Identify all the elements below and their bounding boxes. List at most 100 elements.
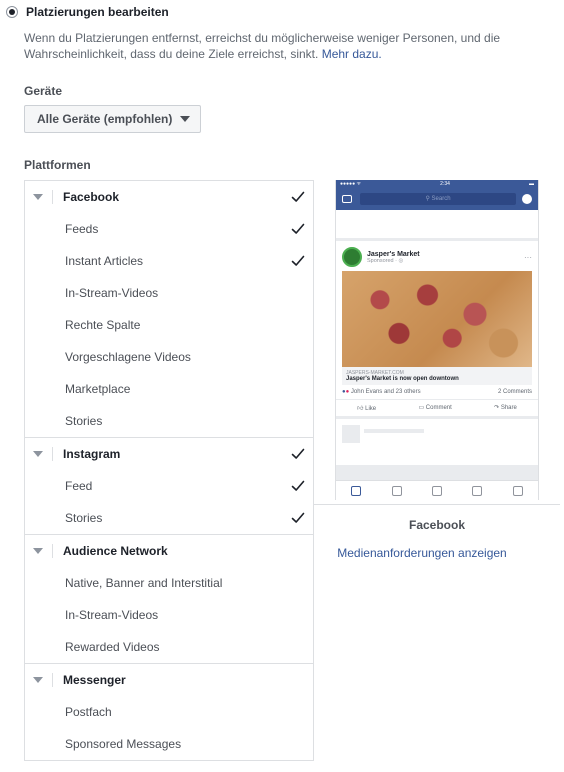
platform-name: Instagram	[63, 447, 121, 461]
placement-item-label: Sponsored Messages	[65, 737, 182, 751]
video-icon	[391, 485, 402, 496]
checkmark-icon[interactable]	[291, 190, 305, 204]
placement-item[interactable]: In-Stream-Videos	[25, 277, 313, 309]
placement-item-label: In-Stream-Videos	[65, 286, 159, 300]
placement-item[interactable]: Instant Articles	[25, 245, 313, 277]
camera-icon	[342, 195, 352, 203]
post-header: Jasper's Market Sponsored · ◎ ···	[336, 241, 538, 271]
platform-group-header[interactable]: Audience Network	[25, 535, 313, 567]
link-title: Jasper's Market is now open downtown	[346, 376, 459, 382]
checkmark-icon[interactable]	[291, 222, 305, 236]
post-image	[342, 271, 532, 367]
devices-label: Geräte	[24, 84, 63, 98]
collapse-triangle-icon[interactable]	[33, 451, 43, 457]
edit-placements-label: Platzierungen bearbeiten	[26, 5, 169, 19]
learn-more-link[interactable]: Mehr dazu.	[322, 47, 382, 61]
platform-group: Facebook Feeds Instant Articles In-Stream-V…	[25, 181, 313, 438]
media-requirements-link[interactable]: Medienanforderungen anzeigen	[314, 546, 530, 560]
placement-item[interactable]: Stories	[25, 405, 313, 437]
collapse-triangle-icon[interactable]	[33, 677, 43, 683]
preview-platform-title: Facebook	[408, 518, 465, 532]
status-carrier: ●●●●● ᯤ	[340, 181, 362, 187]
placement-item[interactable]: Feeds	[25, 213, 313, 245]
menu-icon	[512, 485, 523, 496]
post-reactions: ●● John Evans and 23 others 2 Comments	[336, 385, 538, 400]
placement-item[interactable]: Rechte Spalte	[25, 309, 313, 341]
placement-item-label: Instant Articles	[65, 254, 144, 268]
preview-post: Jasper's Market Sponsored · ◎ ··· JASPER…	[336, 241, 538, 416]
placeholder-post	[336, 419, 538, 465]
collapse-triangle-icon[interactable]	[33, 548, 43, 554]
placement-item-label: Marketplace	[65, 382, 131, 396]
placement-description: Wenn du Platzierungen entfernst, erreich…	[24, 30, 544, 62]
share-icon: ↷	[494, 405, 500, 411]
platform-name: Messenger	[63, 673, 126, 687]
platform-name: Audience Network	[63, 544, 168, 558]
platforms-list: Facebook Feeds Instant Articles In-Stream-V…	[24, 180, 314, 761]
comment-icon: ▭	[418, 405, 425, 411]
ad-preview: ●●●●● ᯤ 2:34 ▬ ⚲ Search Jasper's Market …	[335, 180, 539, 500]
divider	[52, 190, 53, 204]
placement-item-label: Vorgeschlagene Videos	[65, 350, 191, 364]
placement-item-label: Stories	[65, 414, 103, 428]
edit-placements-radio[interactable]: Platzierungen bearbeiten	[6, 5, 169, 19]
notifications-icon	[472, 485, 483, 496]
phone-tab-bar	[336, 480, 538, 500]
placement-item-label: Postfach	[65, 705, 112, 719]
news-feed-icon	[351, 485, 362, 496]
checkmark-icon[interactable]	[291, 511, 305, 525]
placement-item[interactable]: Postfach	[25, 696, 313, 728]
placement-item[interactable]: Rewarded Videos	[25, 631, 313, 663]
placement-item[interactable]: Sponsored Messages	[25, 728, 313, 760]
placement-item-label: Rewarded Videos	[65, 640, 160, 654]
platform-group-header[interactable]: Facebook	[25, 181, 313, 213]
placement-item[interactable]: Feed	[25, 470, 313, 502]
placement-item-label: Feed	[65, 479, 93, 493]
divider	[52, 447, 53, 461]
phone-nav-bar: ⚲ Search	[336, 188, 538, 210]
preview-divider	[314, 504, 560, 505]
post-link-preview: JASPERS-MARKET.COM Jasper's Market is no…	[342, 367, 532, 385]
reactions-text: John Evans and 23 others	[350, 389, 421, 395]
checkmark-icon[interactable]	[291, 479, 305, 493]
post-sponsored: Sponsored · ◎	[367, 257, 404, 264]
checkmark-icon[interactable]	[291, 254, 305, 268]
placement-item[interactable]: Vorgeschlagene Videos	[25, 341, 313, 373]
placeholder-line	[364, 429, 424, 433]
feed-composer-area	[336, 210, 538, 238]
share-action: Share	[500, 405, 517, 411]
platform-group: Audience Network Native, Banner and Inter…	[25, 535, 313, 664]
like-icon: 👍︎	[357, 406, 364, 412]
placement-item-label: Stories	[65, 511, 103, 525]
messenger-icon	[522, 194, 532, 204]
caret-down-icon	[180, 116, 191, 122]
collapse-triangle-icon[interactable]	[33, 194, 43, 200]
post-page-name: Jasper's Market	[367, 250, 420, 258]
placement-description-text: Wenn du Platzierungen entfernst, erreich…	[24, 31, 501, 61]
like-action: Like	[365, 406, 377, 412]
more-options-icon: ···	[524, 252, 532, 262]
placeholder-avatar	[342, 425, 360, 443]
platform-group: Messenger Postfach Sponsored Messages	[25, 664, 313, 760]
placement-item[interactable]: Marketplace	[25, 373, 313, 405]
radio-selected-indicator[interactable]	[6, 6, 18, 18]
placement-item-label: Feeds	[65, 222, 99, 236]
platforms-label: Plattformen	[24, 158, 91, 172]
phone-search-box: ⚲ Search	[360, 193, 516, 205]
placement-item[interactable]: Native, Banner and Interstitial	[25, 567, 313, 599]
placement-item-label: In-Stream-Videos	[65, 608, 159, 622]
status-time: 2:34	[440, 181, 450, 187]
platform-name: Facebook	[63, 190, 120, 204]
platform-group-header[interactable]: Instagram	[25, 438, 313, 470]
checkmark-icon[interactable]	[291, 447, 305, 461]
placement-item[interactable]: In-Stream-Videos	[25, 599, 313, 631]
post-actions: 👍︎ Like ▭ Comment ↷ Share	[336, 400, 538, 416]
devices-dropdown-value: Alle Geräte (empfohlen)	[37, 112, 173, 126]
phone-search-placeholder: Search	[431, 196, 451, 202]
placement-item-label: Native, Banner and Interstitial	[65, 576, 223, 590]
platform-group-header[interactable]: Messenger	[25, 664, 313, 696]
placement-item-label: Rechte Spalte	[65, 318, 141, 332]
phone-status-bar: ●●●●● ᯤ 2:34 ▬	[336, 180, 538, 188]
placement-item[interactable]: Stories	[25, 502, 313, 534]
devices-dropdown[interactable]: Alle Geräte (empfohlen)	[24, 105, 202, 133]
